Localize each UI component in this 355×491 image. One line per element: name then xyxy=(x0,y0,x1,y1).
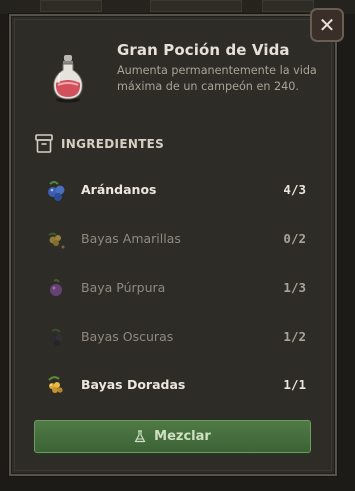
golden-berries-icon xyxy=(48,376,63,393)
close-button[interactable]: ✕ xyxy=(310,8,344,42)
ingredient-count: 1/1 xyxy=(283,377,306,392)
ingredient-count: 1/2 xyxy=(283,329,306,344)
ingredient-row-dark-berries: Bayas Oscuras 1/2 xyxy=(44,325,306,349)
ingredient-row-yellow-berries: Bayas Amarillas 0/2 xyxy=(44,227,306,251)
ingredient-row-purple-berry: Baya Púrpura 1/3 xyxy=(44,276,306,300)
ingredient-row-golden-berries: Bayas Doradas 1/1 xyxy=(44,373,306,397)
blueberries-icon xyxy=(48,181,65,201)
background-tile xyxy=(150,0,242,12)
potion-description: Aumenta permanentemente la vida máxima d… xyxy=(117,64,317,93)
potion-title: Gran Poción de Vida xyxy=(117,41,290,59)
ingredients-heading: INGREDIENTES xyxy=(61,137,165,151)
background-tile xyxy=(262,0,314,12)
ingredient-count: 0/2 xyxy=(283,231,306,246)
ingredient-count: 4/3 xyxy=(283,182,306,197)
box-icon xyxy=(35,134,53,153)
close-icon: ✕ xyxy=(318,13,336,37)
yellow-berries-icon xyxy=(48,232,65,249)
flask-icon xyxy=(135,430,146,443)
ingredient-name: Baya Púrpura xyxy=(81,280,166,295)
dark-berries-icon xyxy=(50,328,63,346)
background-strip xyxy=(0,0,355,14)
ingredient-count: 1/3 xyxy=(283,280,306,295)
ingredient-name: Bayas Doradas xyxy=(81,377,186,392)
potion-icon xyxy=(53,55,83,103)
background-tile xyxy=(40,0,102,12)
mix-button-label: Mezclar xyxy=(154,429,211,444)
ingredient-name: Bayas Amarillas xyxy=(81,231,181,246)
mix-button[interactable]: Mezclar xyxy=(34,420,311,453)
ingredient-name: Bayas Oscuras xyxy=(81,329,174,344)
ingredient-name: Arándanos xyxy=(81,182,157,197)
ingredient-row-blueberries: Arándanos 4/3 xyxy=(44,178,306,202)
purple-berry-icon xyxy=(50,279,62,296)
